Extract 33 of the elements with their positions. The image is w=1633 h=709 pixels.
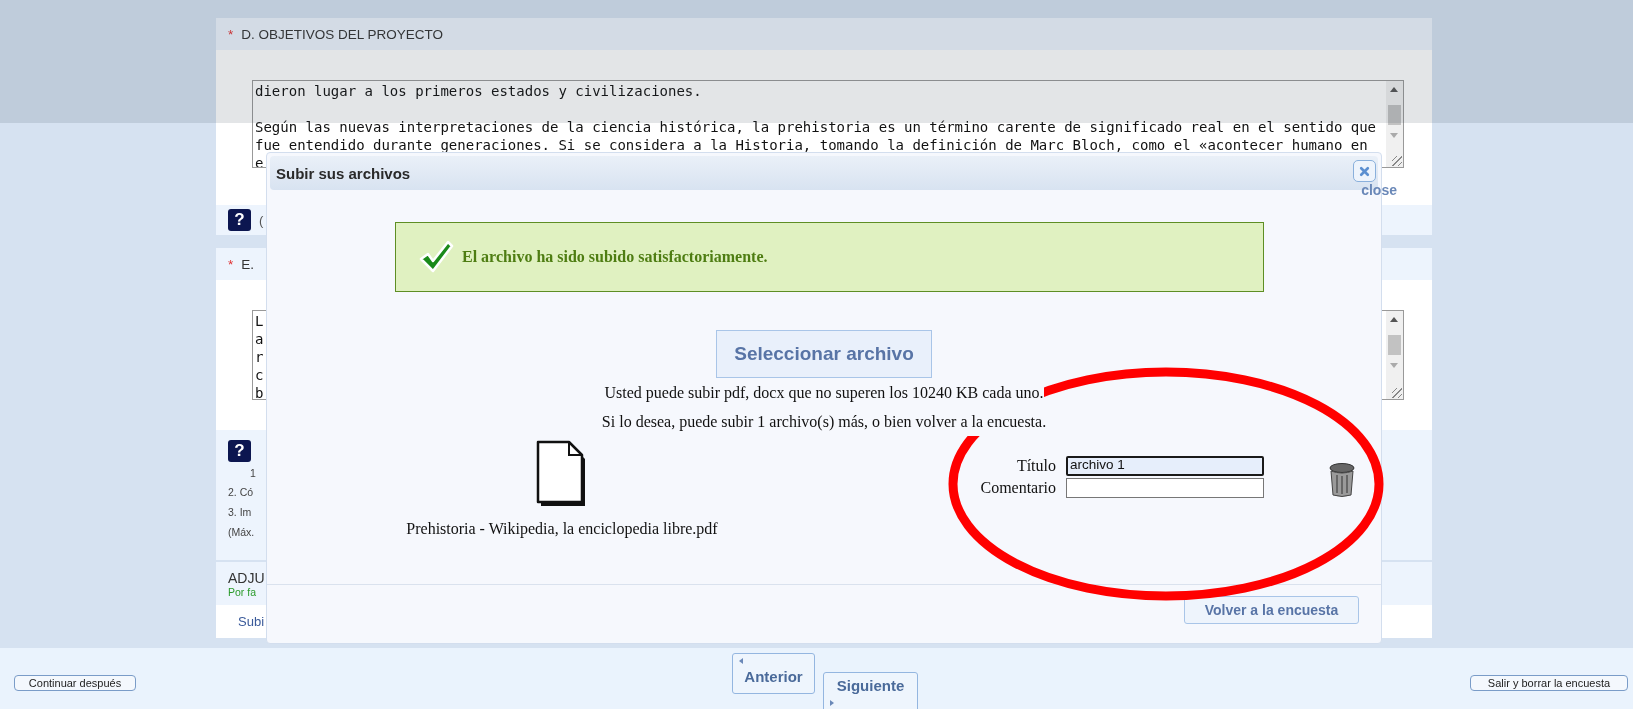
help-text: 2. Có [228, 485, 254, 500]
scrollbar[interactable] [1386, 311, 1403, 399]
section-title: D. OBJETIVOS DEL PROYECTO [241, 26, 444, 42]
success-text: El archivo ha sido subido satisfactoriamente. [462, 248, 768, 266]
next-button[interactable]: Siguiente [823, 672, 918, 709]
close-icon [1359, 165, 1370, 177]
field-label: Comentario [979, 479, 1056, 497]
help-text: 3. Im [228, 505, 252, 520]
title-field[interactable]: archivo 1 [1066, 456, 1264, 476]
section-note: Por fa [228, 585, 257, 598]
trash-icon[interactable] [1328, 462, 1356, 498]
exit-delete-button[interactable]: Salir y borrar la encuesta [1470, 675, 1628, 691]
comment-field[interactable] [1066, 478, 1264, 498]
help-icon[interactable]: ? [228, 440, 251, 462]
section-title: E. [241, 256, 255, 272]
info-text: Si lo desea, puede subir 1 archivo(s) más, o bien volver a la encuesta. [601, 407, 1047, 436]
close-button[interactable] [1353, 160, 1376, 182]
help-text: (Máx. [228, 525, 255, 540]
section-title: ADJU [228, 569, 266, 586]
field-label: Título [1015, 457, 1056, 475]
upload-link[interactable]: Subi [238, 614, 265, 629]
continue-later-button[interactable]: Continuar después [14, 675, 136, 691]
file-name: Prehistoria - Wikipedia, la enciclopedia libre.pdf [406, 520, 718, 538]
required-mark: * [228, 26, 234, 42]
check-icon [418, 240, 454, 274]
back-to-survey-button[interactable]: Volver a la encuesta [1184, 596, 1359, 624]
help-text: 1 [250, 466, 256, 481]
select-file-button[interactable]: Seleccionar archivo [716, 330, 932, 378]
help-icon[interactable]: ? [228, 209, 251, 231]
required-mark: * [228, 256, 234, 272]
help-text: ( [259, 212, 264, 228]
scrollbar[interactable] [1386, 81, 1403, 167]
previous-button[interactable]: Anterior [732, 653, 815, 694]
